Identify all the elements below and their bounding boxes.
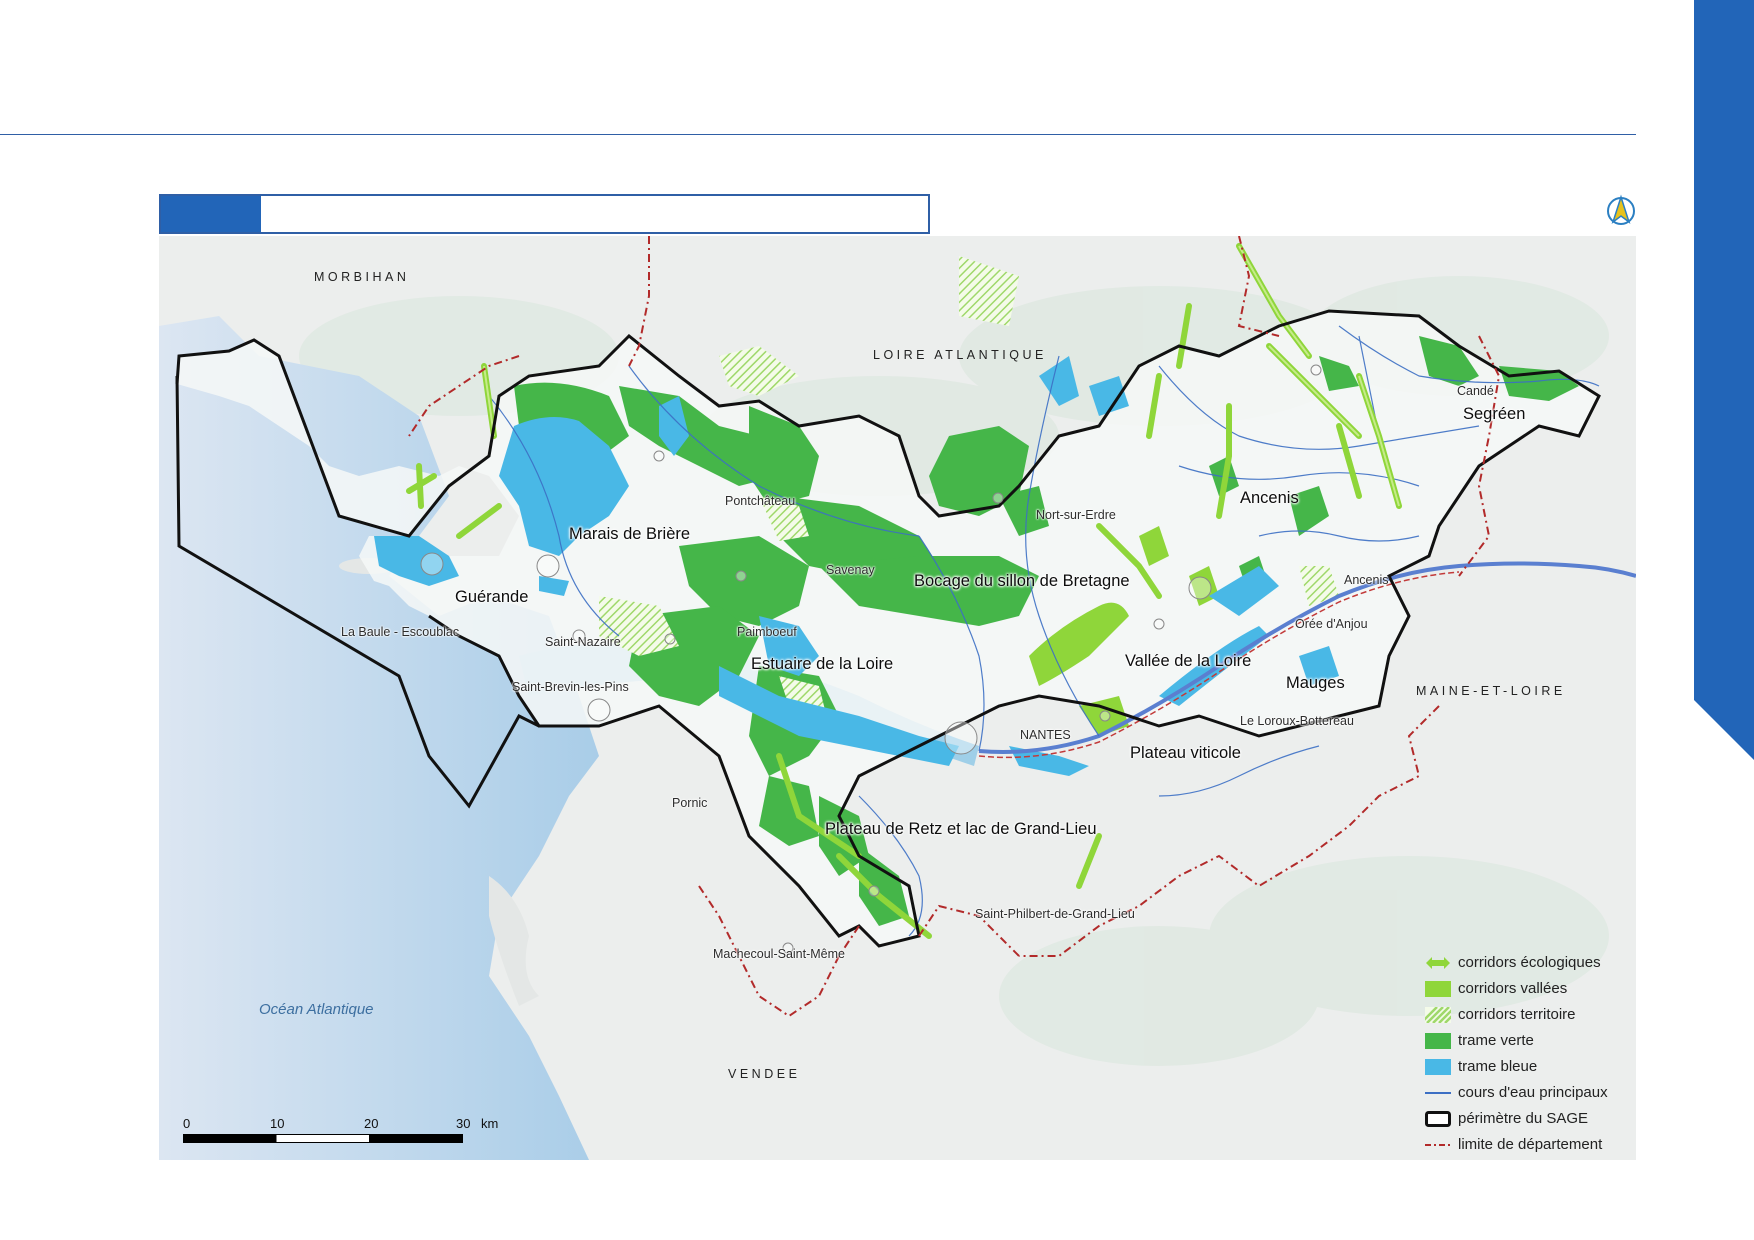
- scale-bar: 0 10 20 30 km: [183, 1116, 498, 1146]
- town-label-pornic: Pornic: [672, 796, 708, 810]
- town-label-saint-nazaire: Saint-Nazaire: [545, 635, 621, 649]
- zone-label-vallee-loire: Vallée de la Loire: [1125, 652, 1252, 670]
- legend-item-perimetre: périmètre du SAGE: [1425, 1107, 1635, 1133]
- zone-label-marais-de-briere: Marais de Brière: [569, 525, 691, 543]
- legend-item-cours-eau: cours d'eau principaux: [1425, 1081, 1635, 1107]
- double-arrow-icon: [1426, 957, 1450, 969]
- town-label-saint-brevin: Saint-Brevin-les-Pins: [512, 680, 629, 694]
- legend-item-trame-bleue: trame bleue: [1425, 1055, 1635, 1081]
- zone-label-estuaire: Estuaire de la Loire: [751, 655, 894, 673]
- town-label-nort-sur-erdre: Nort-sur-Erdre: [1036, 508, 1116, 522]
- legend-label: cours d'eau principaux: [1458, 1084, 1608, 1101]
- map-legend: corridors écologiques corridors vallées …: [1425, 951, 1635, 1159]
- zone-label-plateau-de-retz: Plateau de Retz et lac de Grand-Lieu: [825, 820, 1097, 838]
- legend-label: trame bleue: [1458, 1058, 1538, 1075]
- region-label-loire-atlantique: LOIRE ATLANTIQUE: [873, 348, 1047, 362]
- legend-label: périmètre du SAGE: [1458, 1110, 1589, 1127]
- legend-label: corridors vallées: [1458, 980, 1568, 997]
- line-swatch-icon: [1425, 1092, 1451, 1094]
- zone-label-ancenis: Ancenis: [1240, 489, 1299, 507]
- zone-label-bocage: Bocage du sillon de Bretagne: [914, 572, 1130, 590]
- north-arrow-icon: [1607, 194, 1635, 225]
- scale-tick-30: 30: [456, 1116, 471, 1131]
- legend-label: limite de département: [1458, 1136, 1603, 1153]
- legend-label: trame verte: [1458, 1032, 1534, 1049]
- side-tab: [1694, 0, 1754, 760]
- region-label-vendee: VENDEE: [728, 1067, 801, 1081]
- swatch-trame-verte: [1425, 1033, 1451, 1049]
- hatch-swatch-icon: [1425, 1007, 1451, 1023]
- header-rule: [0, 134, 1636, 135]
- legend-item-corridors-vallees: corridors vallées: [1425, 977, 1635, 1003]
- zone-label-guerande: Guérande: [455, 588, 529, 606]
- town-label-oree-d-anjou: Orée d'Anjou: [1295, 617, 1368, 631]
- zone-label-plateau-viticole: Plateau viticole: [1130, 744, 1241, 762]
- legend-label: corridors écologiques: [1458, 954, 1601, 971]
- legend-item-trame-verte: trame verte: [1425, 1029, 1635, 1055]
- outline-swatch-icon: [1425, 1111, 1451, 1127]
- legend-label: corridors territoire: [1458, 1006, 1576, 1023]
- scale-tick-20: 20: [364, 1116, 379, 1131]
- map-title-box: [159, 194, 930, 234]
- town-label-saint-philbert: Saint-Philbert-de-Grand-Lieu: [975, 907, 1135, 921]
- zone-label-mauges: Mauges: [1286, 674, 1345, 692]
- scale-tick-10: 10: [270, 1116, 285, 1131]
- town-label-ancenis: Ancenis: [1344, 573, 1389, 587]
- ocean-label: Océan Atlantique: [259, 1001, 374, 1018]
- town-label-le-loroux: Le Loroux-Bottereau: [1240, 714, 1354, 728]
- town-label-nantes: NANTES: [1020, 728, 1071, 742]
- town-label-savenay: Savenay: [826, 563, 875, 577]
- town-label-machecoul: Machecoul-Saint-Même: [713, 947, 845, 961]
- town-label-paimboeuf: Paimboeuf: [737, 625, 797, 639]
- town-label-cande: Candé: [1457, 384, 1494, 398]
- region-label-maine-et-loire: MAINE-ET-LOIRE: [1416, 684, 1566, 698]
- legend-item-corridors-ecologiques: corridors écologiques: [1425, 951, 1635, 977]
- title-accent: [161, 196, 261, 232]
- dash-swatch-icon: [1425, 1144, 1451, 1146]
- scale-unit: km: [481, 1116, 499, 1131]
- town-label-la-baule: La Baule - Escoublac: [341, 625, 460, 639]
- scale-bar-graphic: [183, 1134, 463, 1143]
- swatch-trame-bleue: [1425, 1059, 1451, 1075]
- legend-item-corridors-territoire: corridors territoire: [1425, 1003, 1635, 1029]
- region-label-morbihan: MORBIHAN: [314, 270, 410, 284]
- legend-item-limite-departement: limite de département: [1425, 1133, 1635, 1159]
- scale-tick-0: 0: [183, 1116, 191, 1131]
- zone-label-segreen: Segréen: [1463, 405, 1526, 423]
- swatch-corridors-vallees: [1425, 981, 1451, 997]
- map-graphics: [159, 236, 1636, 1160]
- town-label-pontchateau: Pontchâteau: [725, 494, 796, 508]
- map-canvas[interactable]: MORBIHAN LOIRE ATLANTIQUE MAINE-ET-LOIRE…: [159, 236, 1636, 1160]
